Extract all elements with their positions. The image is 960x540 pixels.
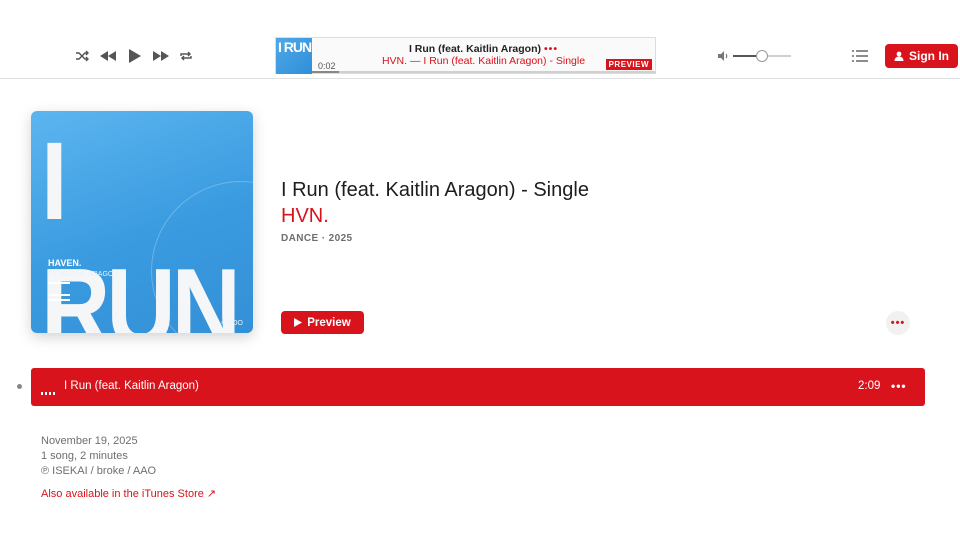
now-playing-display[interactable]: I RUN I Run (feat. Kaitlin Aragon) ••• HV… [275,37,656,74]
track-more-button[interactable]: ••• [891,379,907,393]
copyright: ℗ ISEKAI / broke / AAO [41,465,157,477]
now-playing-title-text: I Run (feat. Kaitlin Aragon) [408,43,541,55]
person-icon [894,51,904,61]
artwork-glyph-line [48,299,70,301]
album-summary: 1 song, 2 minutes [41,450,128,462]
album-title: I Run (feat. Kaitlin Aragon) - Single [281,179,589,201]
previous-icon[interactable] [96,44,120,68]
now-playing-artwork: I RUN [276,38,312,74]
preview-button-label: Preview [307,316,351,329]
album-more-button[interactable]: ••• [886,311,910,335]
artwork-corner-text: × OOO [220,320,243,327]
album-genre-year: DANCE · 2025 [281,233,353,244]
volume-icon [716,49,730,63]
track-row[interactable]: I Run (feat. Kaitlin Aragon) 2:09 ••• [31,368,925,406]
track-duration: 2:09 [858,380,881,392]
preview-badge: PREVIEW [605,59,652,70]
play-icon [294,318,303,327]
track-title: I Run (feat. Kaitlin Aragon) [64,380,199,392]
itunes-store-link[interactable]: Also available in the iTunes Store ↗ [41,487,216,500]
now-playing-equalizer-icon [41,385,55,395]
elapsed-time: 0:02 [318,61,336,71]
now-playing-subtitle: HVN. — I Run (feat. Kaitlin Aragon) - Si… [381,55,586,67]
release-date: November 19, 2025 [41,435,138,447]
preview-button[interactable]: Preview [281,311,364,334]
next-icon[interactable] [149,44,173,68]
repeat-icon[interactable] [174,44,198,68]
artwork-artist-text: HAVEN. [48,258,82,268]
artwork-title-text: I RUN [41,120,241,333]
volume-slider[interactable] [733,50,791,62]
volume-slider-knob[interactable] [756,50,768,62]
queue-list-icon[interactable] [851,48,869,64]
playback-progress-bar[interactable] [312,71,655,73]
artwork-glyph [48,282,70,296]
sign-in-label: Sign In [909,49,949,63]
top-bar: I RUN I Run (feat. Kaitlin Aragon) ••• HV… [0,0,960,79]
now-playing-title: I Run (feat. Kaitlin Aragon) ••• [312,43,655,55]
shuffle-icon[interactable] [70,44,94,68]
playback-progress-fill [312,71,340,73]
album-artwork: I RUN HAVEN. FT. KAITLIN.ARAGON × OOO [31,111,253,333]
artwork-feat-text: FT. KAITLIN.ARAGON [48,271,119,278]
album-artist-link[interactable]: HVN. [281,205,329,228]
now-playing-more-icon[interactable]: ••• [544,43,558,55]
play-icon[interactable] [123,44,147,68]
now-playing-artwork-text: I RUN [278,39,312,55]
track-row-indicator [17,384,22,389]
sign-in-button[interactable]: Sign In [885,44,958,68]
